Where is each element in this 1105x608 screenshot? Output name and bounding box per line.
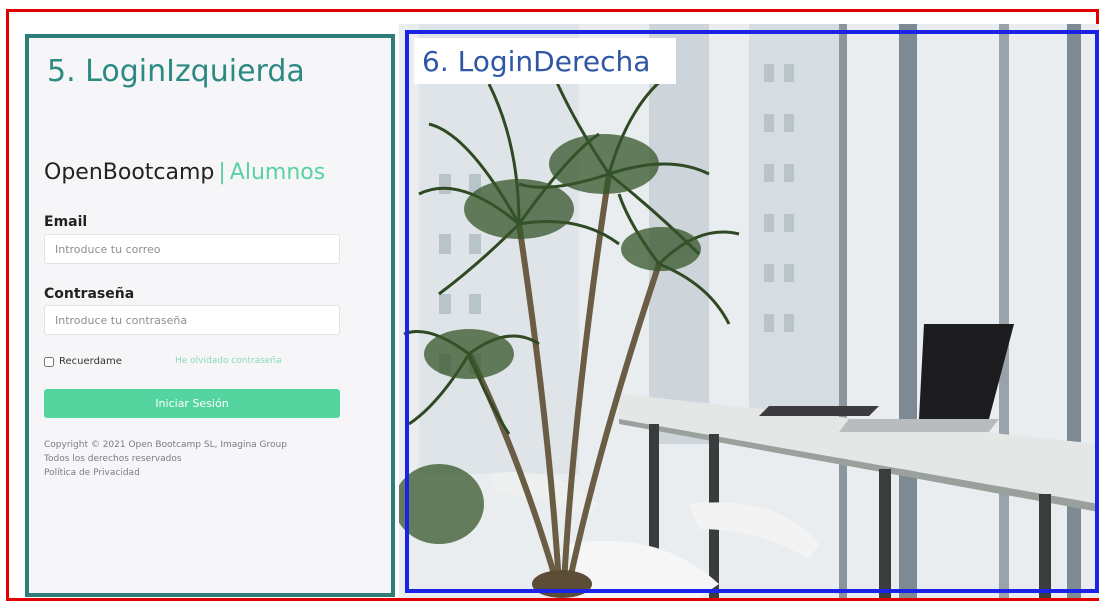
remember-label: Recuerdame bbox=[59, 356, 122, 367]
brand-title: OpenBootcamp | Alumnos bbox=[44, 160, 325, 185]
login-button[interactable]: Iniciar Sesión bbox=[44, 389, 340, 418]
footer-copyright: Copyright © 2021 Open Bootcamp SL, Imagi… bbox=[44, 440, 287, 450]
privacy-policy-link[interactable]: Política de Privacidad bbox=[44, 468, 140, 478]
brand-name: OpenBootcamp bbox=[44, 160, 215, 185]
forgot-password-link[interactable]: He olvidado contraseña bbox=[175, 356, 282, 366]
password-label: Contraseña bbox=[44, 286, 135, 302]
login-right-panel-image bbox=[399, 24, 1099, 598]
password-field[interactable] bbox=[44, 305, 340, 335]
office-photo bbox=[399, 24, 1099, 598]
email-label: Email bbox=[44, 214, 88, 230]
left-panel-annotation: 5. LoginIzquierda bbox=[47, 54, 305, 89]
footer-rights: Todos los derechos reservados bbox=[44, 454, 182, 464]
remember-me[interactable]: Recuerdame bbox=[44, 356, 122, 367]
remember-checkbox[interactable] bbox=[44, 356, 54, 367]
brand-separator: | bbox=[218, 160, 226, 185]
right-panel-annotation: 6. LoginDerecha bbox=[414, 38, 676, 84]
login-left-panel: 5. LoginIzquierda OpenBootcamp | Alumnos E… bbox=[25, 34, 395, 597]
brand-accent: Alumnos bbox=[229, 160, 326, 185]
email-field[interactable] bbox=[44, 234, 340, 264]
